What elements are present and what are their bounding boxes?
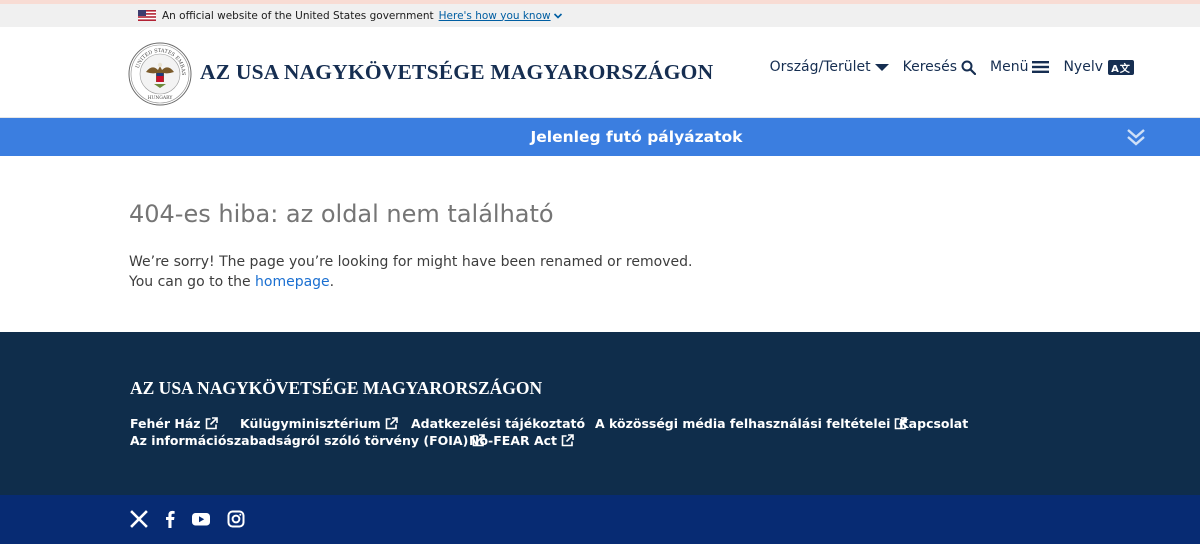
chevron-down-icon[interactable]: [553, 11, 563, 21]
header-nav: Ország/Terület Keresés Menü Nyelv A文: [756, 59, 1134, 75]
double-chevron-down-icon[interactable]: [1126, 127, 1146, 147]
gov-banner-text: An official website of the United States…: [162, 9, 434, 22]
caret-down-icon: [874, 64, 889, 71]
footer-link-label: Külügyminisztérium: [240, 416, 381, 431]
homepage-link[interactable]: homepage: [255, 274, 330, 290]
footer-link-label: Fehér Ház: [130, 416, 201, 431]
us-flag-icon: [138, 10, 156, 21]
language-label: Nyelv: [1063, 59, 1103, 75]
search-button[interactable]: Keresés: [903, 59, 976, 75]
footer-link-label: A közösségi média felhasználási feltétel…: [595, 416, 891, 431]
hamburger-icon: [1032, 61, 1050, 73]
translate-icon: A文: [1108, 59, 1134, 75]
footer-link-no-fear-act[interactable]: No-FEAR Act: [469, 433, 574, 448]
gov-banner: An official website of the United States…: [0, 4, 1200, 27]
instagram-icon[interactable]: [226, 509, 246, 529]
search-label: Keresés: [902, 59, 957, 75]
site-title[interactable]: AZ USA NAGYKÖVETSÉGE MAGYARORSZÁGON: [200, 60, 713, 85]
svg-text:HUNGARY: HUNGARY: [148, 95, 174, 101]
search-icon: [961, 60, 976, 75]
footer-link-state-dept[interactable]: Külügyminisztérium: [240, 416, 398, 431]
site-footer: AZ USA NAGYKÖVETSÉGE MAGYARORSZÁGON Fehé…: [0, 332, 1200, 495]
language-button[interactable]: Nyelv A文: [1063, 59, 1134, 75]
external-link-icon: [205, 417, 218, 430]
x-icon[interactable]: [129, 509, 149, 529]
external-link-icon: [385, 417, 398, 430]
footer-link-social-media-terms[interactable]: A közösségi média felhasználási feltétel…: [595, 416, 908, 431]
footer-title[interactable]: AZ USA NAGYKÖVETSÉGE MAGYARORSZÁGON: [130, 378, 542, 399]
site-header: UNITED STATES EMBASSY HUNGARY AZ USA NAG…: [0, 27, 1200, 118]
facebook-icon[interactable]: [160, 509, 180, 529]
menu-label: Menü: [990, 59, 1029, 75]
country-selector[interactable]: Ország/Terület: [770, 59, 889, 75]
current-tenders-bar[interactable]: Jelenleg futó pályázatok: [0, 118, 1200, 156]
country-label: Ország/Terület: [769, 59, 871, 75]
footer-link-privacy[interactable]: Adatkezelési tájékoztató: [411, 416, 585, 431]
embassy-seal-logo[interactable]: UNITED STATES EMBASSY HUNGARY: [128, 42, 192, 106]
footer-link-label: Az információszabadságról szóló törvény …: [130, 433, 469, 448]
menu-button[interactable]: Menü: [990, 59, 1050, 75]
footer-link-foia[interactable]: Az információszabadságról szóló törvény …: [130, 433, 486, 448]
footer-link-contact[interactable]: Kapcsolat: [899, 416, 968, 431]
youtube-icon[interactable]: [191, 509, 211, 529]
homepage-hint-prefix: You can go to the: [129, 274, 256, 290]
page-title: 404-es hiba: az oldal nem található: [129, 200, 554, 228]
footer-link-label: Kapcsolat: [899, 416, 969, 431]
current-tenders-label: Jelenleg futó pályázatok: [530, 128, 743, 146]
heres-how-you-know-link[interactable]: Here's how you know: [439, 10, 551, 22]
footer-link-white-house[interactable]: Fehér Ház: [130, 416, 218, 431]
footer-link-label: Adatkezelési tájékoztató: [411, 416, 586, 431]
social-bar: [0, 495, 1200, 544]
error-message: We’re sorry! The page you’re looking for…: [129, 254, 693, 270]
external-link-icon: [561, 434, 574, 447]
footer-link-label: No-FEAR Act: [469, 433, 558, 448]
homepage-hint-suffix: .: [329, 274, 335, 290]
homepage-hint: You can go to the homepage.: [129, 274, 334, 290]
